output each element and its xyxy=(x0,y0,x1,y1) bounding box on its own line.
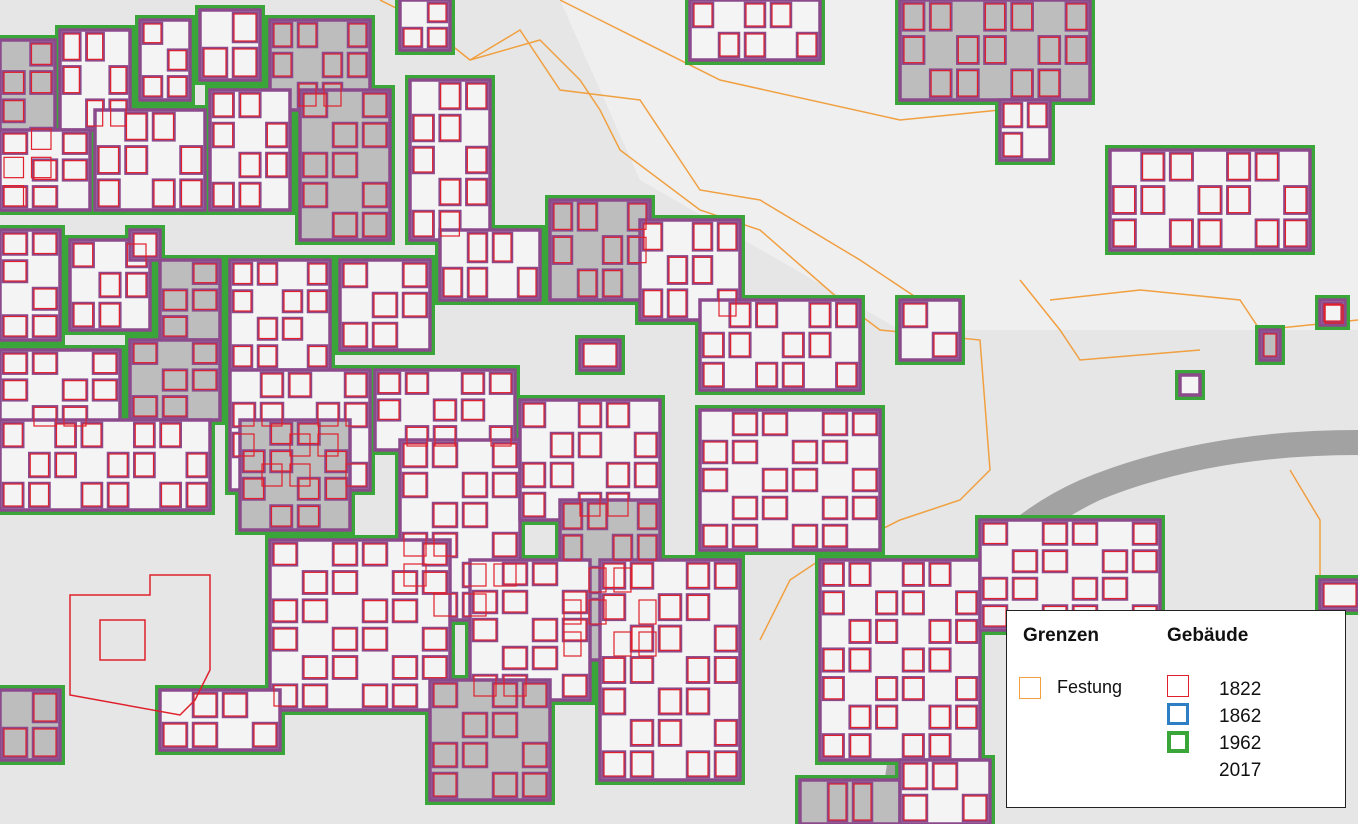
legend-item-2017: 2017 xyxy=(1219,760,1262,781)
building-2017 xyxy=(428,678,552,802)
building-2017 xyxy=(298,88,392,242)
building-2017 xyxy=(898,758,992,824)
building-2017 xyxy=(1108,148,1312,252)
building-2017 xyxy=(598,558,742,782)
building-2017 xyxy=(158,688,282,752)
building-2017 xyxy=(898,298,962,362)
legend-gebaeude-title: Gebäude xyxy=(1167,625,1249,646)
building-2017 xyxy=(238,418,352,532)
building-1862-swatch-icon xyxy=(1167,703,1189,725)
building-2017 xyxy=(228,258,332,372)
building-2017 xyxy=(0,418,212,512)
building-2017 xyxy=(1178,373,1202,397)
building-2017 xyxy=(438,228,542,302)
building-2017 xyxy=(198,8,262,82)
building-1962-swatch-icon xyxy=(1167,731,1189,753)
building-2017 xyxy=(128,338,222,422)
building-1822-swatch-icon xyxy=(1167,675,1189,697)
map-legend: Grenzen Gebäude Festung 1822 1862 1962 2… xyxy=(1006,610,1346,808)
festung-line-icon xyxy=(1019,677,1041,699)
legend-grenzen-title: Grenzen xyxy=(1023,625,1100,646)
building-2017 xyxy=(338,258,432,352)
legend-item-1862: 1862 xyxy=(1219,706,1262,727)
legend-item-1822: 1822 xyxy=(1219,679,1262,700)
building-2017 xyxy=(0,348,122,432)
building-2017 xyxy=(408,78,492,242)
building-2017 xyxy=(898,0,1092,102)
legend-item-1962: 1962 xyxy=(1219,733,1262,754)
building-2017 xyxy=(158,258,222,342)
building-2017 xyxy=(548,198,652,302)
building-2017 xyxy=(138,18,192,102)
building-2017 xyxy=(373,368,517,452)
building-2017 xyxy=(0,128,92,212)
building-2017 xyxy=(208,88,292,212)
legend-item-festung: Festung xyxy=(1057,677,1123,697)
building-2017 xyxy=(0,228,62,342)
building-2017 xyxy=(798,778,902,824)
building-2017 xyxy=(998,98,1052,162)
building-2017 xyxy=(398,0,452,52)
building-2017 xyxy=(0,688,62,762)
building-2017 xyxy=(93,108,207,212)
building-2017 xyxy=(688,0,822,62)
